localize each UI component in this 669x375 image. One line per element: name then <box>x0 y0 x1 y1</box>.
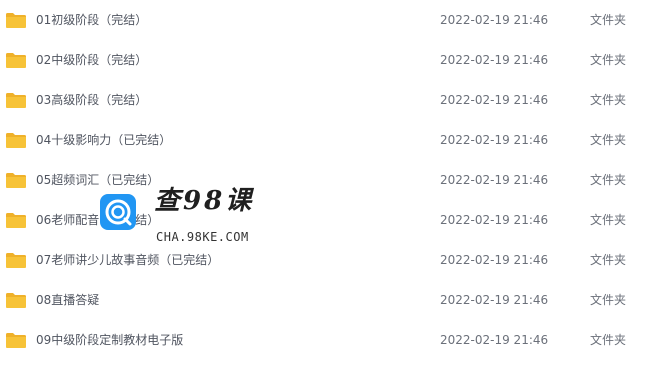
watermark-url: CHA.98KE.COM <box>156 230 249 244</box>
folder-icon <box>6 93 26 108</box>
folder-name[interactable]: 01初级阶段（完结） <box>36 12 147 28</box>
folder-name[interactable]: 08直播答疑 <box>36 292 99 308</box>
folder-row[interactable]: 03高级阶段（完结） 2022-02-19 21:46 文件夹 <box>0 80 669 120</box>
folder-icon <box>6 133 26 148</box>
file-type: 文件夹 <box>590 13 627 27</box>
folder-icon <box>6 13 26 28</box>
watermark: 查98课 CHA.98KE.COM <box>100 186 280 248</box>
watermark-logo-icon <box>100 194 136 230</box>
folder-icon <box>6 213 26 228</box>
folder-name[interactable]: 02中级阶段（完结） <box>36 52 147 68</box>
folder-icon <box>6 293 26 308</box>
file-type: 文件夹 <box>590 133 627 147</box>
folder-name[interactable]: 07老师讲少儿故事音频（已完结） <box>36 252 219 268</box>
file-type: 文件夹 <box>590 213 627 227</box>
folder-row[interactable]: 01初级阶段（完结） 2022-02-19 21:46 文件夹 <box>0 0 669 40</box>
file-type: 文件夹 <box>590 53 627 67</box>
folder-icon <box>6 53 26 68</box>
folder-icon <box>6 173 26 188</box>
modified-date: 2022-02-19 21:46 <box>440 293 549 307</box>
folder-row[interactable]: 09中级阶段定制教材电子版 2022-02-19 21:46 文件夹 <box>0 320 669 360</box>
modified-date: 2022-02-19 21:46 <box>440 173 549 187</box>
folder-name[interactable]: 09中级阶段定制教材电子版 <box>36 332 183 348</box>
watermark-title: 查98课 <box>154 186 255 216</box>
folder-row[interactable]: 08直播答疑 2022-02-19 21:46 文件夹 <box>0 280 669 320</box>
folder-row[interactable]: 04十级影响力（已完结） 2022-02-19 21:46 文件夹 <box>0 120 669 160</box>
modified-date: 2022-02-19 21:46 <box>440 133 549 147</box>
folder-name[interactable]: 04十级影响力（已完结） <box>36 132 171 148</box>
folder-icon <box>6 253 26 268</box>
modified-date: 2022-02-19 21:46 <box>440 93 549 107</box>
modified-date: 2022-02-19 21:46 <box>440 13 549 27</box>
file-type: 文件夹 <box>590 173 627 187</box>
modified-date: 2022-02-19 21:46 <box>440 253 549 267</box>
file-type: 文件夹 <box>590 253 627 267</box>
file-type: 文件夹 <box>590 333 627 347</box>
file-type: 文件夹 <box>590 93 627 107</box>
folder-row[interactable]: 02中级阶段（完结） 2022-02-19 21:46 文件夹 <box>0 40 669 80</box>
modified-date: 2022-02-19 21:46 <box>440 213 549 227</box>
file-type: 文件夹 <box>590 293 627 307</box>
folder-name[interactable]: 03高级阶段（完结） <box>36 92 147 108</box>
modified-date: 2022-02-19 21:46 <box>440 53 549 67</box>
modified-date: 2022-02-19 21:46 <box>440 333 549 347</box>
folder-icon <box>6 333 26 348</box>
